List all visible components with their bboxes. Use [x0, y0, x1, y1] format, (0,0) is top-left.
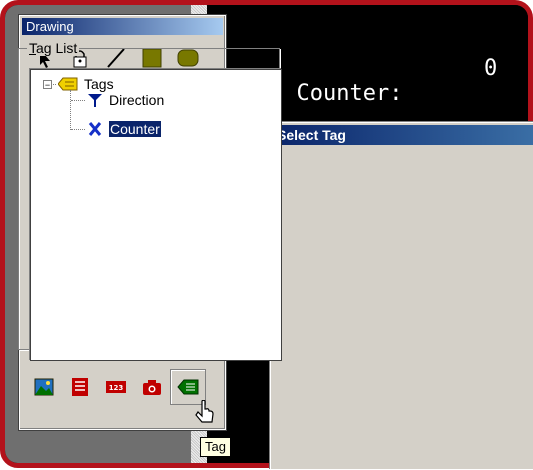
tree-item-direction[interactable]: Direction	[87, 90, 164, 110]
tree-item-counter-label: Counter	[108, 120, 162, 138]
tag-tree[interactable]: − Tags Direction Counter	[30, 69, 282, 361]
counter-value: 0	[484, 56, 498, 81]
tag-list-label: Tag List	[27, 40, 80, 56]
direction-flag-icon	[88, 94, 102, 107]
picture-icon	[34, 378, 54, 396]
number-input-icon: 123	[106, 380, 126, 393]
mouse-pointer-icon	[195, 400, 214, 423]
counter-label: Counter:	[296, 81, 403, 106]
camera-icon	[143, 379, 161, 395]
tag-list-label-accel: T	[29, 40, 36, 56]
counter-display: Counter: 0	[270, 56, 498, 131]
tool-button-list[interactable]	[62, 369, 98, 406]
tool-button-picture[interactable]	[26, 369, 62, 406]
tag-folder-icon	[58, 77, 78, 91]
tool-button-number-input[interactable]: 123	[98, 369, 134, 406]
select-tag-dialog: Select Tag	[270, 122, 533, 470]
svg-text:123: 123	[109, 384, 124, 392]
collapse-toggle-icon[interactable]: −	[43, 79, 52, 89]
tag-tooltip: Tag	[200, 437, 231, 457]
tag-list-label-text: ag List	[36, 40, 78, 56]
counter-x-icon	[88, 122, 102, 136]
dialog-title[interactable]: Select Tag	[273, 125, 533, 145]
palette-title[interactable]: Drawing	[22, 18, 223, 35]
tag-icon	[177, 379, 199, 395]
tree-item-direction-label: Direction	[109, 92, 165, 108]
tree-item-counter[interactable]: Counter	[87, 119, 162, 139]
tool-button-camera[interactable]	[134, 369, 170, 406]
list-icon	[72, 377, 88, 396]
